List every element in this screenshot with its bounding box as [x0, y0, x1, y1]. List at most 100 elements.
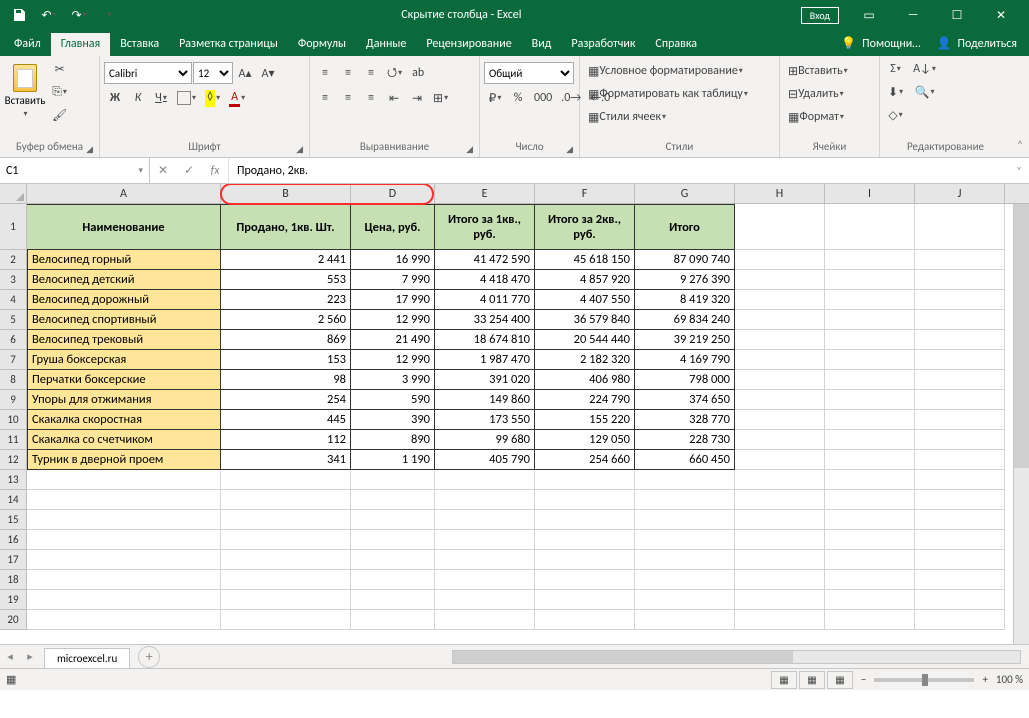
cell[interactable] [915, 330, 1005, 350]
cell[interactable] [915, 410, 1005, 430]
enter-formula-icon[interactable]: ✓ [176, 160, 202, 182]
col-header-d[interactable]: D [351, 184, 435, 203]
cell[interactable] [535, 490, 635, 510]
cell[interactable]: 129 050 [535, 430, 635, 450]
cell[interactable] [825, 610, 915, 630]
cell[interactable] [221, 590, 351, 610]
cell-name[interactable]: Велосипед детский [27, 270, 221, 290]
cell[interactable]: 405 790 [435, 450, 535, 470]
cell[interactable]: 69 834 240 [635, 310, 735, 330]
cell[interactable] [735, 370, 825, 390]
row-header[interactable]: 17 [0, 550, 27, 570]
col-header-f[interactable]: F [535, 184, 635, 203]
collapse-ribbon-icon[interactable]: ˄ [1011, 56, 1029, 157]
cell[interactable] [221, 530, 351, 550]
cell[interactable] [735, 350, 825, 370]
cell[interactable] [915, 270, 1005, 290]
cell[interactable] [221, 550, 351, 570]
cell[interactable]: 4 857 920 [535, 270, 635, 290]
cell[interactable] [351, 610, 435, 630]
view-normal-icon[interactable]: ▦ [771, 671, 797, 689]
align-center-icon[interactable]: ≡ [337, 87, 359, 109]
format-cells-button[interactable]: ▦ Формат▾ [784, 106, 875, 128]
cell[interactable]: 374 650 [635, 390, 735, 410]
signin-button[interactable]: Вход [801, 7, 839, 24]
font-size-select[interactable]: 12 [193, 62, 233, 84]
number-dialog-launcher[interactable]: ◢ [566, 144, 573, 155]
cell[interactable]: 869 [221, 330, 351, 350]
cell[interactable] [825, 290, 915, 310]
cell[interactable] [435, 470, 535, 490]
cell[interactable] [825, 410, 915, 430]
row-header[interactable]: 8 [0, 370, 27, 390]
clipboard-dialog-launcher[interactable]: ◢ [86, 144, 93, 155]
select-all-corner[interactable] [0, 184, 27, 203]
horizontal-scrollbar[interactable] [452, 650, 1021, 664]
cell[interactable] [221, 490, 351, 510]
table-header[interactable]: Итого за 1кв., руб. [435, 204, 535, 250]
cell-name[interactable]: Велосипед дорожный [27, 290, 221, 310]
ribbon-options-icon[interactable]: ▭ [847, 0, 891, 30]
cell[interactable]: 2 560 [221, 310, 351, 330]
cell[interactable] [635, 570, 735, 590]
cell[interactable] [635, 550, 735, 570]
cell[interactable]: 798 000 [635, 370, 735, 390]
cell[interactable] [351, 570, 435, 590]
cell[interactable]: 254 660 [535, 450, 635, 470]
zoom-in-icon[interactable]: + [982, 673, 987, 686]
col-header-g[interactable]: G [635, 184, 735, 203]
cell[interactable] [915, 450, 1005, 470]
cell[interactable]: 21 490 [351, 330, 435, 350]
zoom-slider[interactable] [874, 678, 974, 682]
cell[interactable] [915, 470, 1005, 490]
cell[interactable] [221, 470, 351, 490]
cell[interactable] [351, 510, 435, 530]
cell[interactable]: 445 [221, 410, 351, 430]
cell[interactable]: 223 [221, 290, 351, 310]
cell-styles-button[interactable]: ▦ Стили ячеек▾ [584, 106, 775, 128]
fx-icon[interactable]: fx [202, 160, 228, 182]
row-header[interactable]: 10 [0, 410, 27, 430]
cell[interactable] [825, 390, 915, 410]
cell[interactable] [825, 370, 915, 390]
align-middle-icon[interactable]: ≡ [337, 62, 359, 84]
cell[interactable] [735, 610, 825, 630]
orientation-icon[interactable]: ⭯▾ [383, 62, 406, 84]
tab-help[interactable]: Справка [645, 33, 707, 56]
zoom-out-icon[interactable]: − [861, 673, 866, 686]
cell[interactable] [735, 430, 825, 450]
vertical-scrollbar[interactable] [1013, 204, 1029, 644]
row-header[interactable]: 18 [0, 570, 27, 590]
cell[interactable] [635, 490, 735, 510]
tab-review[interactable]: Рецензирование [416, 33, 521, 56]
row-header[interactable]: 4 [0, 290, 27, 310]
cell[interactable] [351, 550, 435, 570]
row-header[interactable]: 15 [0, 510, 27, 530]
cell[interactable] [635, 610, 735, 630]
add-sheet-button[interactable]: + [138, 646, 160, 668]
cell[interactable]: 12 990 [351, 310, 435, 330]
cell[interactable]: 45 618 150 [535, 250, 635, 270]
cell[interactable] [915, 530, 1005, 550]
cell[interactable]: 2 182 320 [535, 350, 635, 370]
name-box-input[interactable] [6, 164, 134, 178]
cell[interactable] [735, 310, 825, 330]
cell[interactable]: 7 990 [351, 270, 435, 290]
cell[interactable] [735, 410, 825, 430]
cell[interactable] [735, 570, 825, 590]
currency-icon[interactable]: ₽▾ [484, 87, 506, 109]
tab-insert[interactable]: Вставка [110, 33, 169, 56]
conditional-formatting-button[interactable]: ▦ Условное форматирование▾ [584, 60, 775, 82]
cell[interactable] [735, 450, 825, 470]
cell[interactable] [27, 470, 221, 490]
cell[interactable] [735, 290, 825, 310]
col-header-b[interactable]: B [221, 184, 351, 203]
cell[interactable] [825, 330, 915, 350]
cell[interactable] [825, 204, 915, 250]
merge-icon[interactable]: ⊞▾ [429, 87, 452, 109]
align-top-icon[interactable]: ≡ [314, 62, 336, 84]
cell[interactable]: 390 [351, 410, 435, 430]
cell[interactable] [735, 204, 825, 250]
maximize-icon[interactable]: ☐ [935, 0, 979, 30]
find-select-icon[interactable]: 🔍▾ [909, 81, 940, 103]
